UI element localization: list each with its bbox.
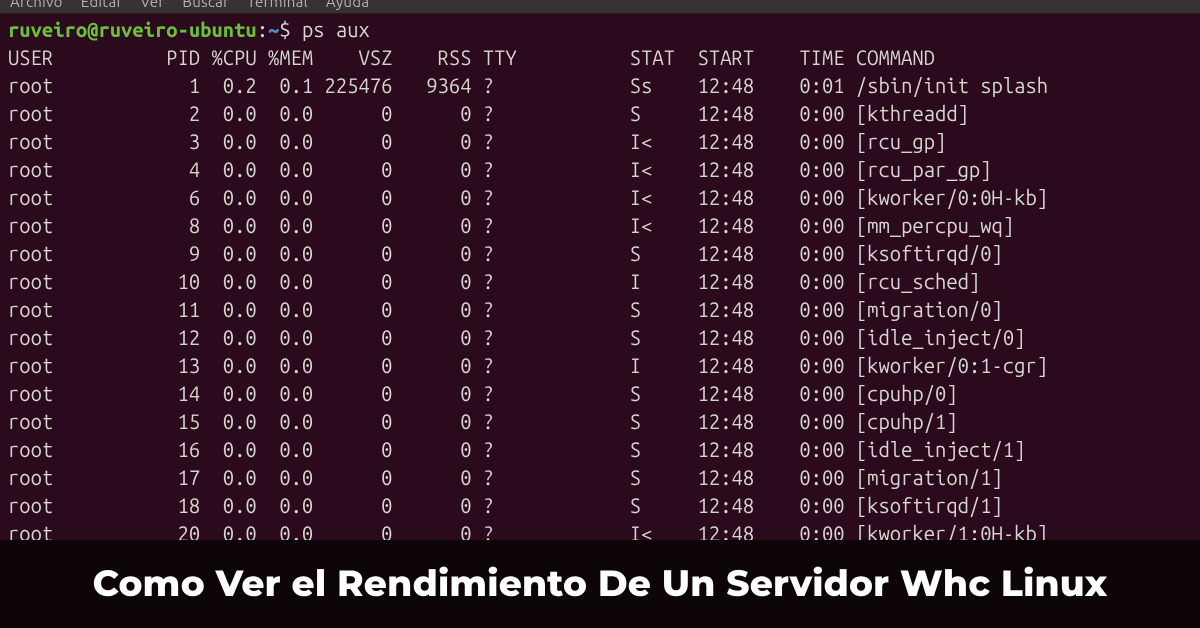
ps-row: root 13 0.0 0.0 0 0 ? I 12:48 0:00 [kwor…: [8, 352, 1192, 380]
prompt-symbol: $: [279, 18, 302, 41]
ps-row: root 3 0.0 0.0 0 0 ? I< 12:48 0:00 [rcu_…: [8, 128, 1192, 156]
ps-row: root 6 0.0 0.0 0 0 ? I< 12:48 0:00 [kwor…: [8, 184, 1192, 212]
ps-row: root 15 0.0 0.0 0 0 ? S 12:48 0:00 [cpuh…: [8, 408, 1192, 436]
ps-row: root 4 0.0 0.0 0 0 ? I< 12:48 0:00 [rcu_…: [8, 156, 1192, 184]
prompt-userhost: ruveiro@ruveiro-ubuntu: [8, 18, 257, 41]
ps-row: root 1 0.2 0.1 225476 9364 ? Ss 12:48 0:…: [8, 72, 1192, 100]
prompt-command: ps aux: [302, 18, 370, 41]
caption-bar: Como Ver el Rendimiento De Un Servidor W…: [0, 540, 1200, 628]
ps-row: root 10 0.0 0.0 0 0 ? I 12:48 0:00 [rcu_…: [8, 268, 1192, 296]
terminal-output[interactable]: ruveiro@ruveiro-ubuntu:~$ ps auxUSER PID…: [0, 14, 1200, 548]
prompt-line: ruveiro@ruveiro-ubuntu:~$ ps aux: [8, 16, 1192, 44]
menu-terminal[interactable]: Terminal: [247, 0, 308, 9]
prompt-path: ~: [268, 18, 279, 41]
caption-text: Como Ver el Rendimiento De Un Servidor W…: [93, 562, 1108, 606]
menu-archivo[interactable]: Archivo: [10, 0, 63, 9]
ps-row: root 14 0.0 0.0 0 0 ? S 12:48 0:00 [cpuh…: [8, 380, 1192, 408]
ps-row: root 11 0.0 0.0 0 0 ? S 12:48 0:00 [migr…: [8, 296, 1192, 324]
window-menubar: Archivo Editar Ver Buscar Terminal Ayuda: [0, 0, 1200, 14]
ps-row: root 2 0.0 0.0 0 0 ? S 12:48 0:00 [kthre…: [8, 100, 1192, 128]
menu-editar[interactable]: Editar: [81, 0, 123, 9]
menu-buscar[interactable]: Buscar: [182, 0, 229, 9]
ps-row: root 18 0.0 0.0 0 0 ? S 12:48 0:00 [ksof…: [8, 492, 1192, 520]
menu-ayuda[interactable]: Ayuda: [326, 0, 369, 9]
menu-ver[interactable]: Ver: [141, 0, 165, 9]
ps-row: root 16 0.0 0.0 0 0 ? S 12:48 0:00 [idle…: [8, 436, 1192, 464]
prompt-sep: :: [257, 18, 268, 41]
ps-row: root 9 0.0 0.0 0 0 ? S 12:48 0:00 [ksoft…: [8, 240, 1192, 268]
ps-row: root 17 0.0 0.0 0 0 ? S 12:48 0:00 [migr…: [8, 464, 1192, 492]
ps-row: root 12 0.0 0.0 0 0 ? S 12:48 0:00 [idle…: [8, 324, 1192, 352]
ps-row: root 8 0.0 0.0 0 0 ? I< 12:48 0:00 [mm_p…: [8, 212, 1192, 240]
ps-header-row: USER PID %CPU %MEM VSZ RSS TTY STAT STAR…: [8, 44, 1192, 72]
